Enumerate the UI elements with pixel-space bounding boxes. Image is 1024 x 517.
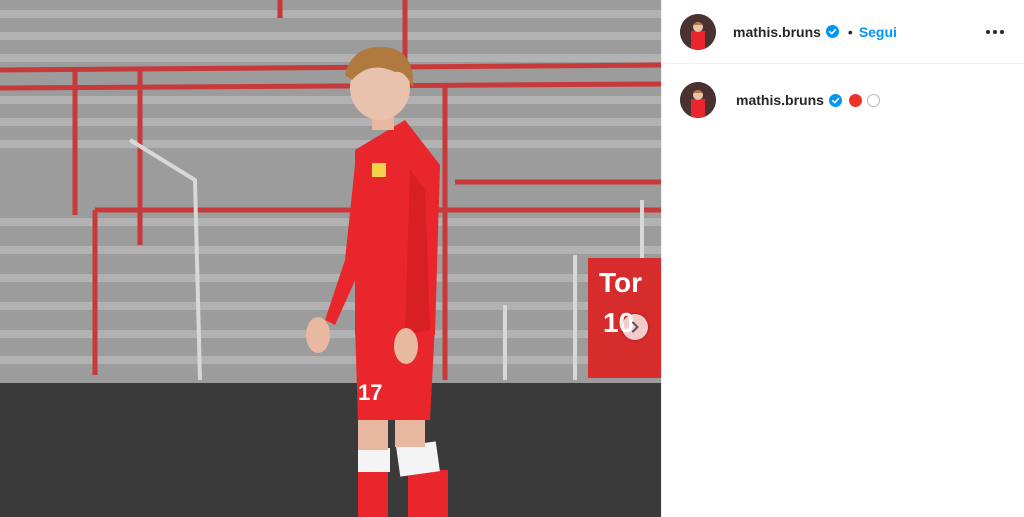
verified-badge-icon xyxy=(828,93,842,107)
red-circle-emoji-icon xyxy=(848,93,862,107)
caption-text xyxy=(848,93,880,107)
post-details-panel: mathis.bruns • Segui mathis.bruns xyxy=(661,0,1024,517)
caption-row: mathis.bruns xyxy=(662,64,1024,118)
avatar[interactable] xyxy=(680,13,716,50)
more-options-icon xyxy=(986,29,1004,34)
caption-avatar[interactable] xyxy=(680,82,716,118)
verified-badge-icon xyxy=(825,25,839,38)
separator-dot: • xyxy=(847,23,853,40)
more-options-button[interactable] xyxy=(984,21,1006,43)
header-username[interactable]: mathis.bruns xyxy=(733,24,821,40)
sign-text: Tor xyxy=(599,267,642,298)
white-circle-emoji-icon xyxy=(866,93,880,107)
next-photo-button[interactable] xyxy=(622,314,648,340)
caption-username[interactable]: mathis.bruns xyxy=(736,92,824,108)
follow-button[interactable]: Segui xyxy=(859,24,897,40)
post-header: mathis.bruns • Segui xyxy=(662,0,1024,64)
post-photo[interactable]: Tor 10 17 xyxy=(0,0,661,517)
jersey-number: 17 xyxy=(358,380,382,405)
chevron-right-icon xyxy=(632,321,639,333)
